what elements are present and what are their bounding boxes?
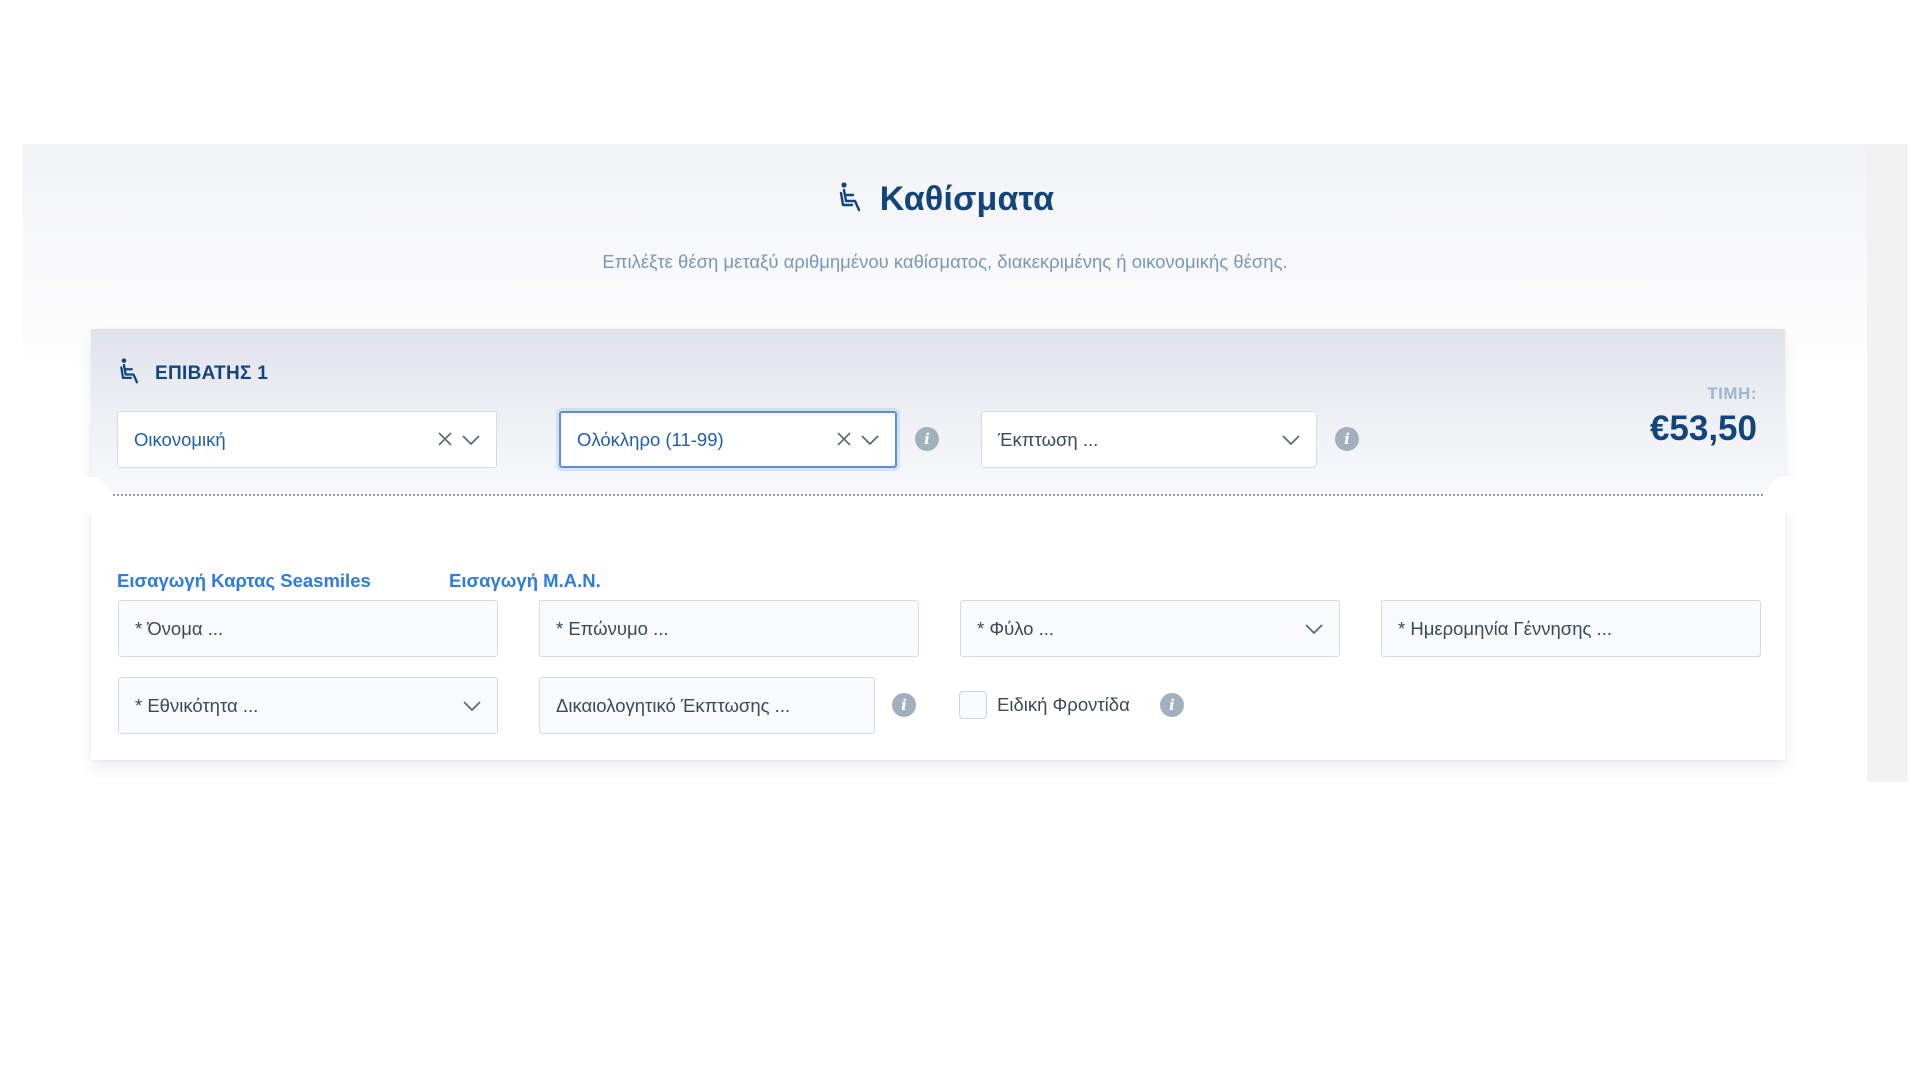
last-name-input[interactable]: * Επώνυμο ... <box>539 600 919 657</box>
birth-date-input[interactable]: * Ημερομηνία Γέννησης ... <box>1381 600 1761 657</box>
first-name-input[interactable]: * Όνομα ... <box>118 600 498 657</box>
passenger-form: * Όνομα ... * Επώνυμο ... * Φύλο ... * Η… <box>91 329 1785 760</box>
special-care-label: Ειδική Φροντίδα <box>997 694 1130 715</box>
first-name-placeholder: * Όνομα ... <box>135 617 224 639</box>
section-header: Καθίσματα <box>23 180 1867 219</box>
birth-date-placeholder: * Ημερομηνία Γέννησης ... <box>1398 617 1612 639</box>
chevron-down-icon[interactable] <box>463 695 481 717</box>
gender-placeholder: * Φύλο ... <box>977 617 1055 639</box>
special-care-checkbox[interactable] <box>959 691 987 719</box>
special-care-info-icon[interactable]: i <box>1160 693 1184 717</box>
discount-document-placeholder: Δικαιολογητικό Έκπτωσης ... <box>556 694 791 716</box>
nationality-select[interactable]: * Εθνικότητα ... <box>118 677 498 734</box>
last-name-placeholder: * Επώνυμο ... <box>556 617 669 639</box>
section-title: Καθίσματα <box>879 180 1055 218</box>
page-scroll-strip <box>1867 144 1908 782</box>
nationality-placeholder: * Εθνικότητα ... <box>135 694 259 716</box>
discount-document-input[interactable]: Δικαιολογητικό Έκπτωσης ... <box>539 677 875 734</box>
section-subtitle: Επιλέξτε θέση μεταξύ αριθμημένου καθίσμα… <box>602 251 1288 272</box>
chevron-down-icon[interactable] <box>1305 618 1323 640</box>
seat-icon <box>836 181 866 218</box>
gender-select[interactable]: * Φύλο ... <box>960 600 1340 657</box>
discount-document-info-icon[interactable]: i <box>892 693 916 717</box>
